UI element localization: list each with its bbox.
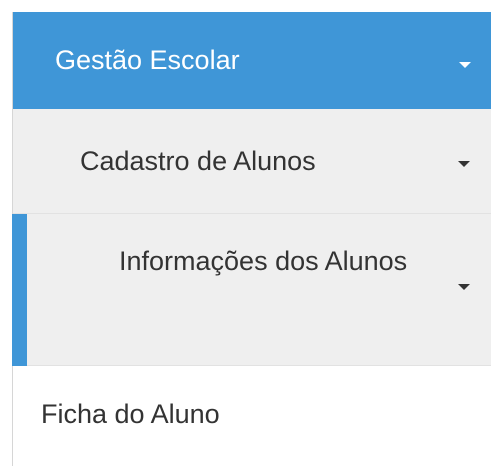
submenu-label: Informações dos Alunos (119, 246, 408, 276)
menu-section-label: Gestão Escolar (55, 45, 240, 75)
submenu-cadastro-de-alunos[interactable]: Cadastro de Alunos (13, 109, 491, 214)
active-indicator (12, 214, 27, 366)
menu-section-gestao-escolar[interactable]: Gestão Escolar (13, 12, 491, 109)
submenu-label: Cadastro de Alunos (80, 146, 316, 176)
caret-down-icon (458, 161, 470, 167)
sidebar-menu: Gestão Escolar Cadastro de Alunos Inform… (12, 12, 491, 466)
caret-down-icon (458, 284, 470, 290)
submenu-informacoes-dos-alunos[interactable]: Informações dos Alunos (12, 214, 491, 366)
menu-item-ficha-do-aluno[interactable]: Ficha do Aluno (13, 366, 491, 466)
caret-down-icon (459, 62, 471, 68)
menu-item-label: Ficha do Aluno (41, 399, 220, 429)
